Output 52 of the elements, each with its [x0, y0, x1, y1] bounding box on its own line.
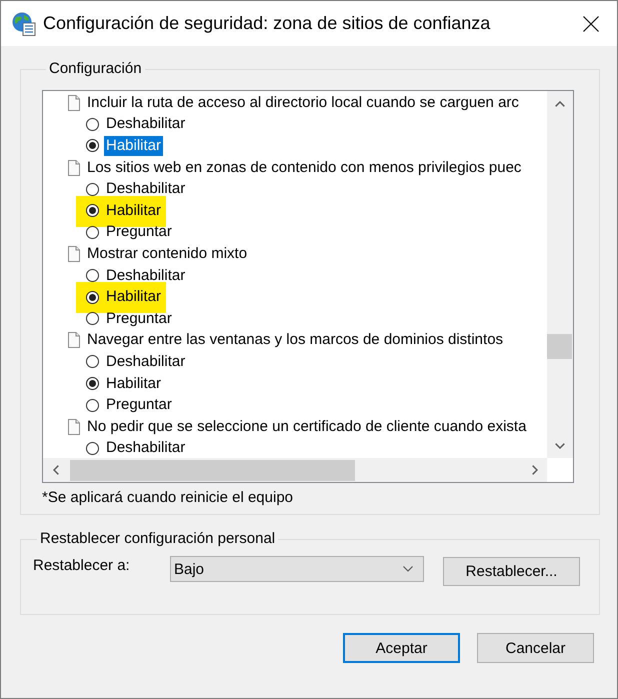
globe-document-icon: [12, 12, 36, 36]
setting-label: Incluir la ruta de acceso al directorio local cuando se carguen arc: [87, 94, 519, 112]
option-label[interactable]: Preguntar: [104, 308, 174, 329]
option-label[interactable]: Habilitar: [104, 287, 164, 308]
scrollbar-thumb[interactable]: [547, 334, 572, 359]
chevron-right-icon[interactable]: [532, 465, 538, 475]
option-label[interactable]: Deshabilitar: [104, 438, 188, 458]
radio-button[interactable]: [86, 398, 99, 412]
dialog-button[interactable]: Cancelar: [477, 633, 594, 663]
radio-button[interactable]: [86, 442, 99, 455]
horizontal-scrollbar[interactable]: [43, 458, 547, 482]
option-label[interactable]: Deshabilitar: [104, 114, 188, 134]
option-label[interactable]: Preguntar: [104, 395, 174, 416]
setting-label: No pedir que se seleccione un certificado de cliente cuando exista: [87, 418, 526, 436]
document-icon: [68, 246, 80, 262]
document-icon: [68, 94, 80, 111]
option-label[interactable]: Habilitar: [104, 136, 164, 156]
document-icon: [68, 160, 80, 176]
document-icon: [68, 332, 80, 348]
radio-button[interactable]: [86, 139, 99, 152]
option-label[interactable]: Deshabilitar: [104, 179, 188, 200]
settings-tree[interactable]: [42, 90, 574, 483]
dialog-button[interactable]: Aceptar: [343, 633, 460, 663]
setting-label: Los sitios web en zonas de contenido con menos privilegios puec: [87, 158, 522, 177]
vertical-scrollbar[interactable]: [547, 91, 573, 458]
radio-button[interactable]: [86, 355, 99, 368]
radio-button[interactable]: [86, 377, 99, 390]
restart-note: *Se aplicará cuando reinicie el equipo: [42, 489, 294, 507]
radio-button[interactable]: [86, 118, 99, 131]
option-label[interactable]: Deshabilitar: [104, 266, 188, 286]
option-label[interactable]: Habilitar: [104, 374, 164, 394]
reset-button[interactable]: Restablecer...: [443, 557, 580, 586]
reset-level-dropdown[interactable]: Bajo: [170, 556, 424, 582]
chevron-left-icon[interactable]: [52, 465, 58, 475]
setting-label: Navegar entre las ventanas y los marcos de dominios distintos: [87, 331, 504, 350]
chevron-down-icon[interactable]: [555, 442, 565, 448]
group-title: Restablecer configuración personal: [39, 530, 276, 548]
chevron-up-icon[interactable]: [555, 100, 565, 106]
chevron-down-icon[interactable]: [403, 566, 413, 572]
group-title: Configuración: [48, 60, 143, 78]
close-icon[interactable]: [583, 16, 599, 32]
option-label[interactable]: Preguntar: [104, 222, 174, 242]
window-title: Configuración de seguridad: zona de sitios de confianza: [43, 13, 492, 34]
scrollbar-thumb[interactable]: [70, 460, 355, 481]
option-label[interactable]: Habilitar: [104, 200, 164, 221]
radio-button[interactable]: [86, 312, 99, 326]
radio-button[interactable]: [86, 269, 99, 282]
document-icon: [68, 418, 80, 435]
radio-button[interactable]: [86, 182, 99, 196]
reset-level-label: Restablecer a:: [33, 556, 131, 576]
option-label[interactable]: Deshabilitar: [104, 352, 188, 372]
setting-label: Mostrar contenido mixto: [87, 244, 248, 263]
